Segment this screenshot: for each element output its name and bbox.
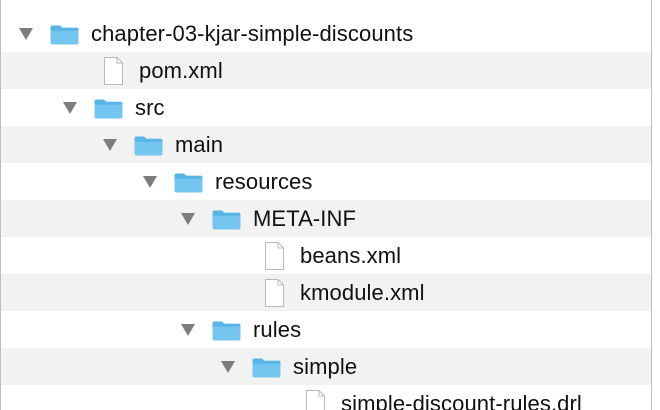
tree-row-src[interactable]: src [1, 89, 651, 126]
finder-file-tree-window: chapter-03-kjar-simple-discounts pom.xml… [0, 0, 660, 410]
tree-item-label: chapter-03-kjar-simple-discounts [91, 20, 414, 46]
tree-item-label: kmodule.xml [300, 279, 425, 305]
folder-icon [211, 206, 242, 232]
folder-icon [173, 169, 204, 195]
folder-icon [251, 354, 282, 380]
folder-icon [133, 132, 164, 158]
disclosure-triangle-icon[interactable] [59, 97, 81, 119]
folder-icon [211, 317, 242, 343]
file-icon [97, 56, 128, 85]
disclosure-triangle-icon[interactable] [177, 208, 199, 230]
tree-row-kmodule-xml[interactable]: kmodule.xml [1, 274, 651, 311]
disclosure-triangle-icon[interactable] [99, 134, 121, 156]
tree-item-label: main [175, 131, 224, 157]
file-icon [258, 241, 289, 270]
file-icon [258, 278, 289, 307]
tree-item-label: pom.xml [139, 57, 223, 83]
disclosure-triangle-icon[interactable] [177, 319, 199, 341]
tree-row-simple[interactable]: simple [1, 348, 651, 385]
file-tree: chapter-03-kjar-simple-discounts pom.xml… [1, 15, 651, 410]
tree-item-label: resources [215, 168, 313, 194]
tree-item-label: src [135, 94, 165, 120]
tree-item-label: simple [293, 353, 358, 379]
disclosure-triangle-icon[interactable] [217, 356, 239, 378]
tree-row-chapter-03-kjar-simple-discounts[interactable]: chapter-03-kjar-simple-discounts [1, 15, 651, 52]
tree-row-main[interactable]: main [1, 126, 651, 163]
tree-row-rules[interactable]: rules [1, 311, 651, 348]
folder-icon [49, 21, 80, 47]
tree-row-pom-xml[interactable]: pom.xml [1, 52, 651, 89]
tree-row-resources[interactable]: resources [1, 163, 651, 200]
file-icon [299, 389, 330, 410]
disclosure-triangle-icon[interactable] [139, 171, 161, 193]
disclosure-triangle-icon[interactable] [15, 23, 37, 45]
tree-item-label: rules [253, 316, 302, 342]
folder-icon [93, 95, 124, 121]
tree-item-label: META-INF [253, 205, 357, 231]
tree-row-meta-inf[interactable]: META-INF [1, 200, 651, 237]
tree-item-label: beans.xml [300, 242, 402, 268]
tree-row-beans-xml[interactable]: beans.xml [1, 237, 651, 274]
tree-row-simple-discount-rules-drl[interactable]: simple-discount-rules.drl [1, 385, 651, 410]
tree-item-label: simple-discount-rules.drl [341, 390, 582, 410]
